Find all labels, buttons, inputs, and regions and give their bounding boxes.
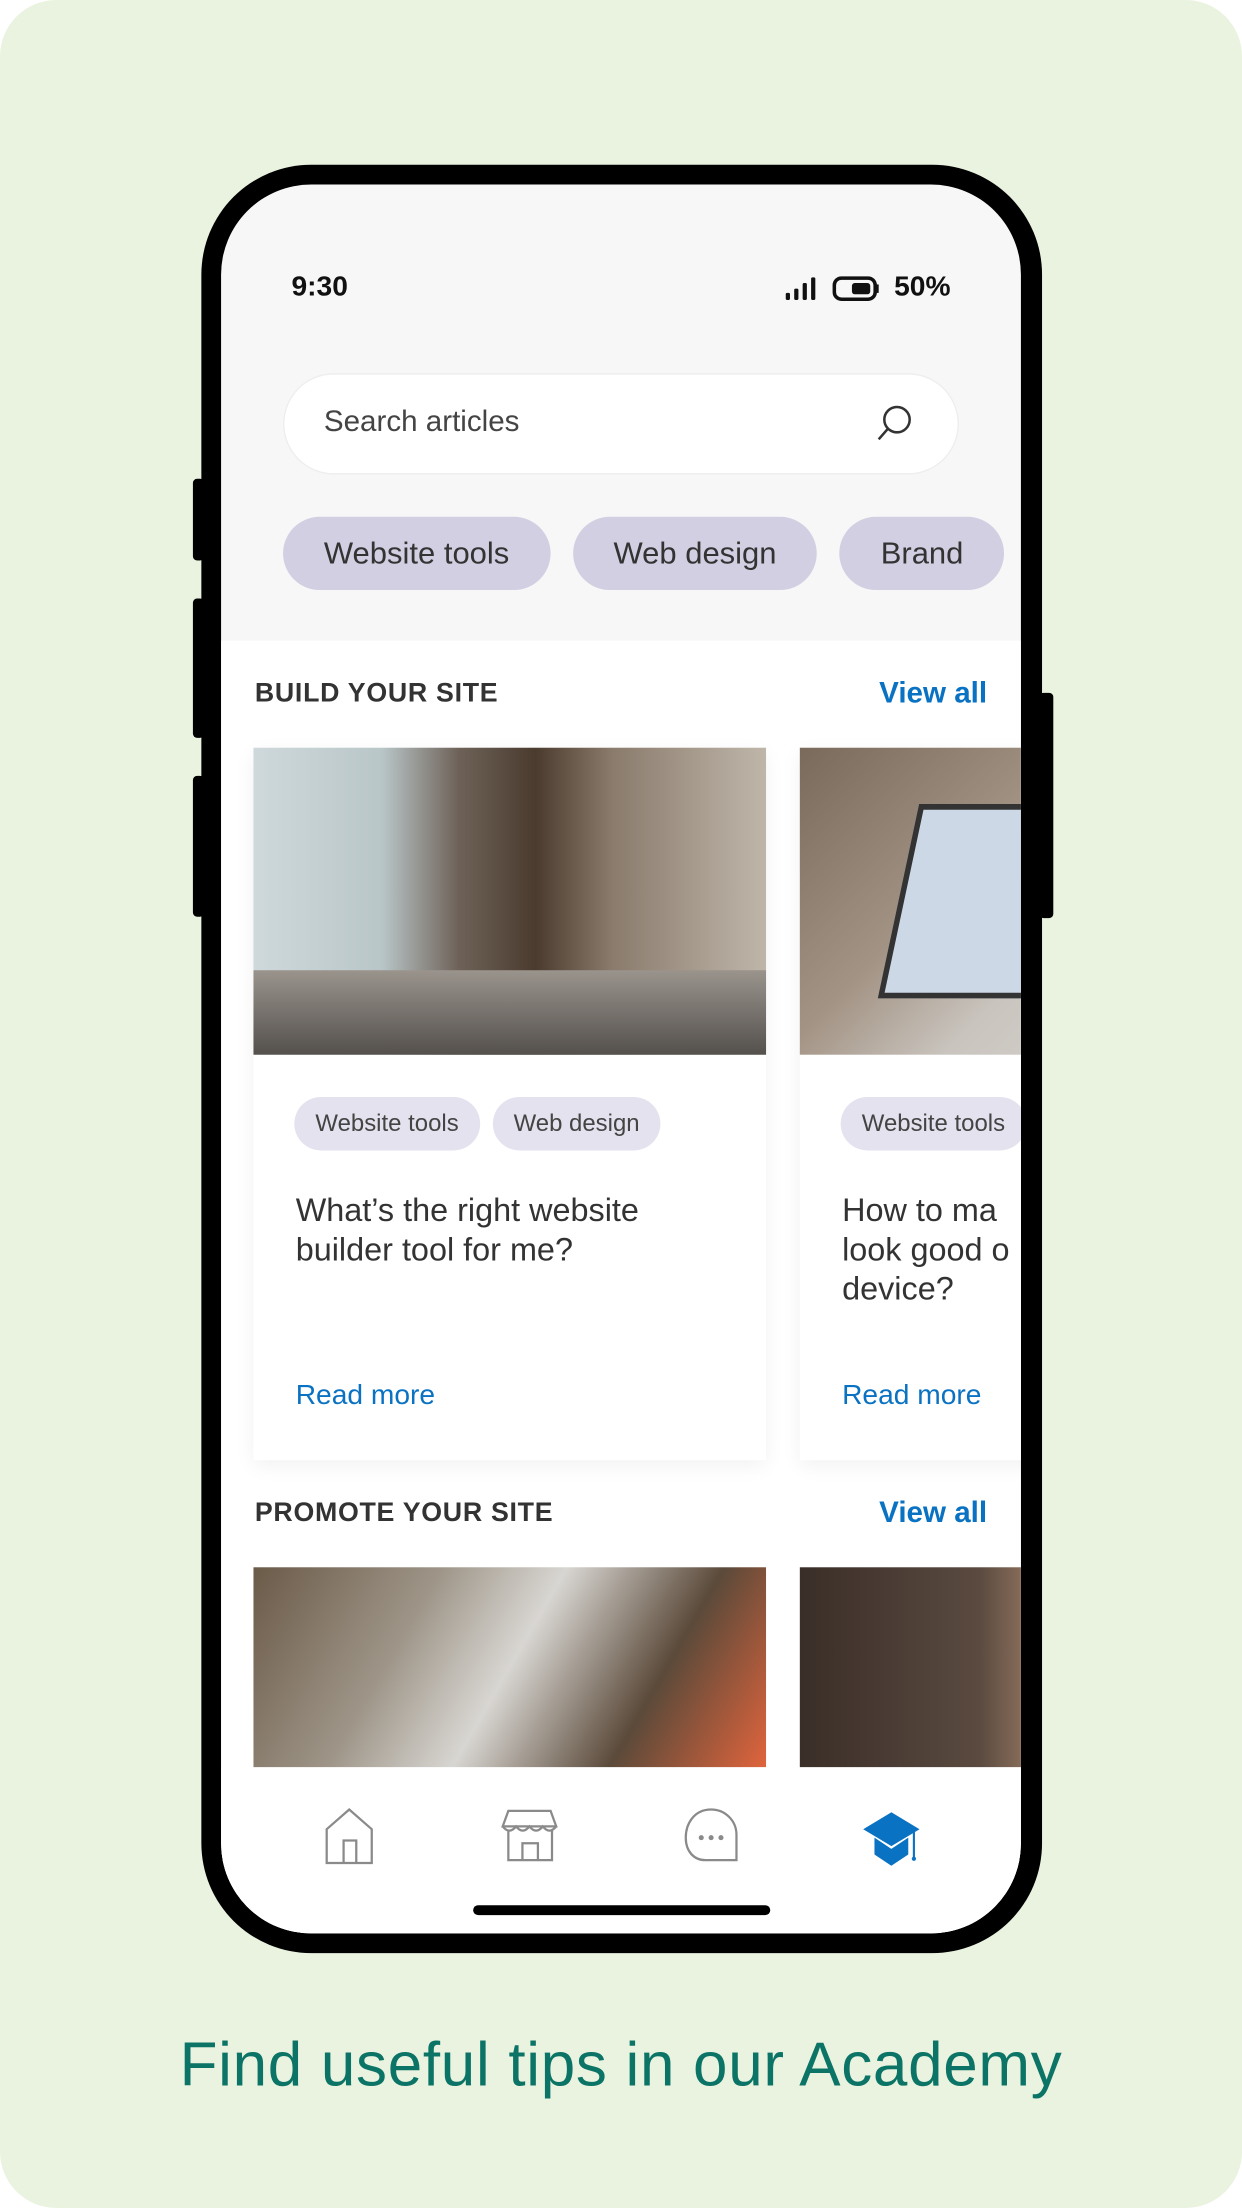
title-line: look good o bbox=[842, 1230, 1010, 1268]
tagline: Find useful tips in our Academy bbox=[179, 2030, 1063, 2100]
filter-chips: Website tools Web design Brand bbox=[283, 516, 1005, 591]
view-all-promote-link[interactable]: View all bbox=[879, 1497, 987, 1531]
article-title: How to ma look good o device? bbox=[842, 1190, 1021, 1308]
title-line: device? bbox=[842, 1270, 954, 1307]
article-card[interactable]: Website tools How to ma look good o devi… bbox=[799, 747, 1021, 1461]
home-indicator bbox=[473, 1905, 771, 1916]
status-time: 9:30 bbox=[291, 271, 348, 303]
view-all-build-link[interactable]: View all bbox=[879, 677, 987, 711]
section-title-build: BUILD YOUR SITE bbox=[254, 678, 499, 709]
phone-screen: 9:30 50% Search articles Website tools W… bbox=[221, 184, 1021, 1934]
article-image bbox=[799, 747, 1021, 1055]
tag[interactable]: Web design bbox=[492, 1096, 661, 1151]
tag[interactable]: Website tools bbox=[840, 1096, 1021, 1151]
article-image[interactable] bbox=[799, 1567, 1021, 1768]
card-tags: Website tools Web design bbox=[294, 1096, 661, 1151]
home-icon[interactable] bbox=[321, 1807, 383, 1869]
article-title: What’s the right website builder tool fo… bbox=[295, 1191, 639, 1268]
status-icons: 50% bbox=[784, 271, 951, 304]
title-line: How to ma bbox=[842, 1191, 997, 1228]
read-more-link[interactable]: Read more bbox=[842, 1380, 981, 1412]
article-image[interactable] bbox=[253, 1567, 767, 1768]
search-input[interactable]: Search articles bbox=[284, 374, 958, 474]
store-icon[interactable] bbox=[500, 1807, 562, 1869]
content-area: BUILD YOUR SITE View all Website tools W… bbox=[221, 640, 1021, 1934]
search-icon[interactable] bbox=[873, 403, 915, 445]
article-card[interactable]: Website tools Web design What’s the righ… bbox=[253, 747, 767, 1461]
chip-brand[interactable]: Brand bbox=[839, 516, 1005, 591]
article-image bbox=[253, 747, 767, 1055]
chip-website-tools[interactable]: Website tools bbox=[283, 516, 551, 591]
search-placeholder: Search articles bbox=[323, 405, 520, 438]
tag[interactable]: Website tools bbox=[294, 1096, 480, 1151]
graduation-cap-icon[interactable] bbox=[860, 1807, 922, 1869]
section-title-promote: PROMOTE YOUR SITE bbox=[254, 1498, 554, 1528]
promo-canvas: 9:30 50% Search articles Website tools W… bbox=[0, 0, 1242, 2208]
chat-bubble-icon[interactable] bbox=[680, 1807, 742, 1869]
battery-percent: 50% bbox=[894, 271, 951, 303]
chip-web-design[interactable]: Web design bbox=[572, 516, 818, 591]
battery-half-icon bbox=[832, 275, 879, 301]
card-tags: Website tools bbox=[840, 1096, 1021, 1151]
signal-bars-icon bbox=[785, 276, 816, 300]
read-more-link[interactable]: Read more bbox=[296, 1380, 435, 1412]
